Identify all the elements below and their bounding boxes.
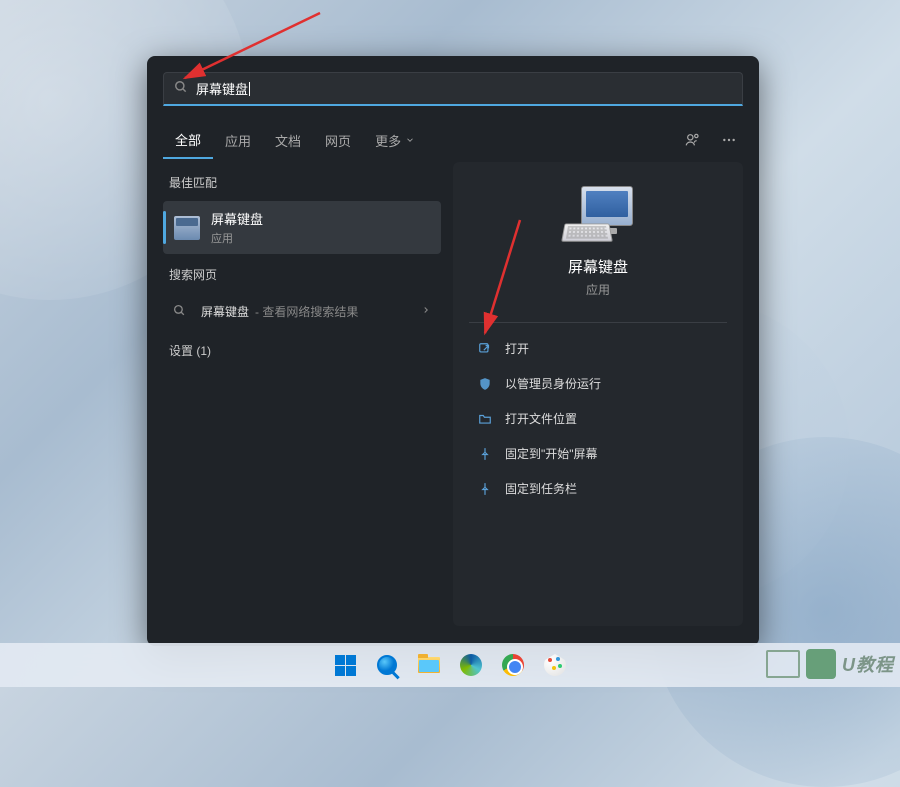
admin-shield-icon — [475, 377, 495, 391]
divider — [469, 322, 727, 323]
taskbar-search-button[interactable] — [369, 647, 405, 683]
tab-apps[interactable]: 应用 — [213, 123, 263, 158]
tab-documents[interactable]: 文档 — [263, 123, 313, 158]
details-title: 屏幕键盘 — [568, 256, 628, 277]
osk-large-icon — [563, 186, 633, 242]
taskbar-explorer[interactable] — [411, 647, 447, 683]
details-subtitle: 应用 — [586, 281, 610, 298]
search-icon — [377, 655, 397, 675]
taskbar — [0, 643, 900, 687]
account-icon[interactable] — [679, 126, 707, 154]
osk-app-icon — [173, 214, 201, 242]
tab-all[interactable]: 全部 — [163, 122, 213, 159]
search-bar[interactable]: 屏幕键盘 — [163, 72, 743, 106]
search-panel: 屏幕键盘 全部 应用 文档 网页 更多 最佳匹配 — [147, 56, 759, 646]
web-search-result[interactable]: 屏幕键盘 - 查看网络搜索结果 — [163, 293, 441, 330]
paint-icon — [544, 654, 566, 676]
tab-web[interactable]: 网页 — [313, 123, 363, 158]
chrome-browser-icon — [502, 654, 524, 676]
result-subtitle: 应用 — [211, 230, 263, 246]
search-input[interactable]: 屏幕键盘 — [196, 79, 248, 98]
best-match-header: 最佳匹配 — [163, 162, 441, 201]
web-search-header: 搜索网页 — [163, 254, 441, 293]
settings-header[interactable]: 设置 (1) — [163, 330, 441, 369]
open-icon — [475, 342, 495, 356]
file-explorer-icon — [418, 657, 440, 673]
action-open-file-location[interactable]: 打开文件位置 — [469, 401, 727, 436]
action-pin-to-taskbar[interactable]: 固定到任务栏 — [469, 471, 727, 506]
tab-more[interactable]: 更多 — [363, 123, 427, 158]
action-open[interactable]: 打开 — [469, 331, 727, 366]
details-right-column: 屏幕键盘 应用 打开 以管理员身份运行 打开文件位 — [453, 162, 743, 626]
pin-icon — [475, 447, 495, 461]
result-title: 屏幕键盘 — [211, 209, 263, 228]
results-left-column: 最佳匹配 屏幕键盘 应用 搜索网页 屏幕键盘 - 查看网络搜索结果 — [163, 162, 441, 626]
pin-icon — [475, 482, 495, 496]
action-run-as-admin[interactable]: 以管理员身份运行 — [469, 366, 727, 401]
search-icon — [174, 80, 188, 97]
search-icon — [173, 304, 193, 320]
folder-icon — [475, 412, 495, 426]
edge-browser-icon — [460, 654, 482, 676]
start-button[interactable] — [327, 647, 363, 683]
more-options-icon[interactable] — [715, 126, 743, 154]
taskbar-edge[interactable] — [453, 647, 489, 683]
taskbar-chrome[interactable] — [495, 647, 531, 683]
windows-logo-icon — [335, 655, 356, 676]
action-pin-to-start[interactable]: 固定到"开始"屏幕 — [469, 436, 727, 471]
best-match-result[interactable]: 屏幕键盘 应用 — [163, 201, 441, 254]
chevron-right-icon — [421, 305, 431, 318]
tabs-bar: 全部 应用 文档 网页 更多 — [147, 122, 759, 158]
taskbar-paint[interactable] — [537, 647, 573, 683]
